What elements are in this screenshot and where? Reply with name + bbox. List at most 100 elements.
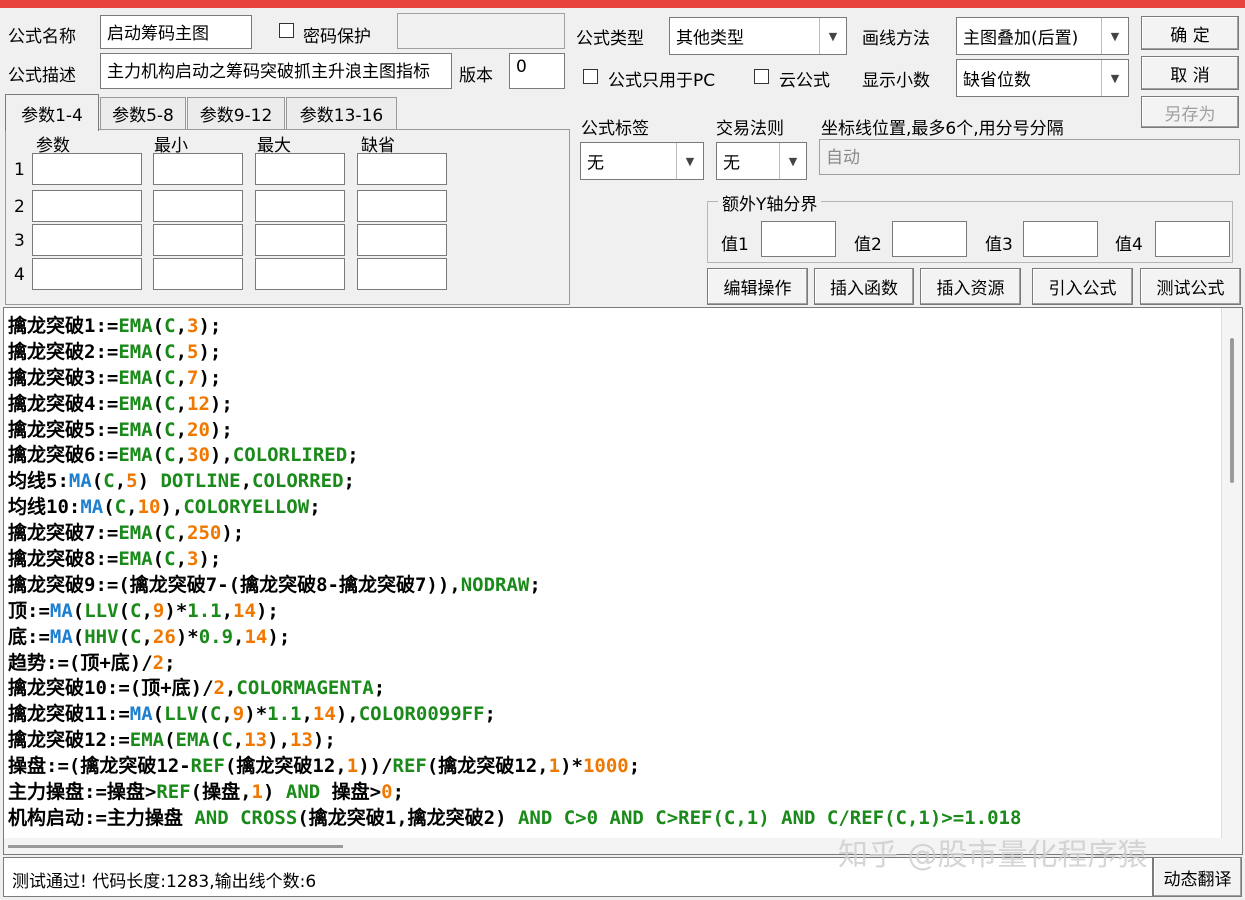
- param-min-input[interactable]: [153, 153, 243, 185]
- param-max-input[interactable]: [255, 258, 345, 290]
- code-line[interactable]: 擒龙突破4:=EMA(C,12);: [8, 392, 1021, 418]
- version-label: 版本: [459, 66, 493, 86]
- code-line[interactable]: 均线10:MA(C,10),COLORYELLOW;: [8, 495, 1021, 521]
- code-line[interactable]: 顶:=MA(LLV(C,9)*1.1,14);: [8, 599, 1021, 625]
- window-title-bar: [0, 0, 1245, 8]
- code-line[interactable]: 擒龙突破2:=EMA(C,5);: [8, 340, 1021, 366]
- pc-only-checkbox[interactable]: [583, 69, 598, 84]
- param-name-input[interactable]: [32, 258, 142, 290]
- password-input: [397, 13, 565, 49]
- tab-params-1-4[interactable]: 参数1-4: [5, 94, 99, 131]
- code-line[interactable]: 均线5:MA(C,5) DOTLINE,COLORRED;: [8, 469, 1021, 495]
- trade-rule-value: 无: [723, 153, 740, 174]
- coord-lines-label: 坐标线位置,最多6个,用分号分隔: [821, 119, 1064, 139]
- param-max-input[interactable]: [255, 153, 345, 185]
- formula-type-select[interactable]: 其他类型 ▼: [669, 17, 847, 55]
- chevron-down-icon[interactable]: ▼: [779, 143, 806, 179]
- pc-only-label: 公式只用于PC: [608, 71, 716, 91]
- code-line[interactable]: 机构启动:=主力操盘 AND CROSS(擒龙突破1,擒龙突破2) AND C>…: [8, 806, 1021, 832]
- param-max-input[interactable]: [255, 190, 345, 222]
- code-line[interactable]: 擒龙突破6:=EMA(C,30),COLORLIRED;: [8, 443, 1021, 469]
- formula-type-label: 公式类型: [576, 29, 644, 49]
- draw-method-select[interactable]: 主图叠加(后置) ▼: [956, 17, 1129, 55]
- chevron-down-icon[interactable]: ▼: [1101, 60, 1128, 96]
- formula-desc-input[interactable]: 主力机构启动之筹码突破抓主升浪主图指标: [100, 53, 452, 89]
- cloud-label: 云公式: [779, 71, 830, 91]
- code-line[interactable]: 擒龙突破3:=EMA(C,7);: [8, 366, 1021, 392]
- code-line[interactable]: 主力操盘:=操盘>REF(操盘,1) AND 操盘>0;: [8, 780, 1021, 806]
- decimals-select[interactable]: 缺省位数 ▼: [956, 59, 1129, 97]
- param-default-input[interactable]: [357, 190, 447, 222]
- code-line[interactable]: 趋势:=(顶+底)/2;: [8, 651, 1021, 677]
- param-min-input[interactable]: [153, 190, 243, 222]
- draw-method-label: 画线方法: [862, 29, 930, 49]
- password-label: 密码保护: [303, 27, 371, 47]
- param-default-input[interactable]: [357, 258, 447, 290]
- value4-input[interactable]: [1155, 221, 1230, 257]
- edit-operations-button[interactable]: 编辑操作: [707, 268, 808, 305]
- chevron-down-icon[interactable]: ▼: [676, 143, 703, 179]
- insert-function-button[interactable]: 插入函数: [814, 268, 914, 305]
- code-line[interactable]: 操盘:=(擒龙突破12-REF(擒龙突破12,1))/REF(擒龙突破12,1)…: [8, 754, 1021, 780]
- code-line[interactable]: 擒龙突破12:=EMA(EMA(C,13),13);: [8, 728, 1021, 754]
- formula-tag-select[interactable]: 无 ▼: [580, 142, 704, 180]
- value3-label: 值3: [985, 235, 1013, 255]
- tab-params-13-16[interactable]: 参数13-16: [286, 97, 397, 129]
- code-line[interactable]: 擒龙突破7:=EMA(C,250);: [8, 521, 1021, 547]
- ok-button[interactable]: 确 定: [1141, 16, 1239, 50]
- param-row-number: 2: [14, 197, 25, 217]
- code-editor[interactable]: 擒龙突破1:=EMA(C,3); 擒龙突破2:=EMA(C,5); 擒龙突破3:=E…: [3, 307, 1243, 855]
- param-default-input[interactable]: [357, 224, 447, 256]
- code-line[interactable]: 擒龙突破1:=EMA(C,3);: [8, 314, 1021, 340]
- cloud-checkbox[interactable]: [754, 69, 769, 84]
- tab-params-5-8[interactable]: 参数5-8: [100, 97, 186, 129]
- formula-type-value: 其他类型: [676, 28, 744, 49]
- trade-rule-label: 交易法则: [716, 119, 784, 139]
- scrollbar-thumb[interactable]: [1230, 338, 1234, 483]
- chevron-down-icon[interactable]: ▼: [819, 18, 846, 54]
- param-row-number: 3: [14, 231, 25, 251]
- code-line[interactable]: 擒龙突破8:=EMA(C,3);: [8, 547, 1021, 573]
- code-line[interactable]: 擒龙突破11:=MA(LLV(C,9)*1.1,14),COLOR0099FF;: [8, 702, 1021, 728]
- param-default-input[interactable]: [357, 153, 447, 185]
- import-formula-button[interactable]: 引入公式: [1032, 268, 1133, 305]
- param-max-input[interactable]: [255, 224, 345, 256]
- formula-name-input[interactable]: 启动筹码主图: [100, 15, 252, 49]
- param-name-input[interactable]: [32, 224, 142, 256]
- watermark: 知乎 @股市量化程序猿: [838, 838, 1148, 873]
- draw-method-value: 主图叠加(后置): [963, 28, 1079, 49]
- param-name-input[interactable]: [32, 190, 142, 222]
- code-line[interactable]: 擒龙突破9:=(擒龙突破7-(擒龙突破8-擒龙突破7)),NODRAW;: [8, 573, 1021, 599]
- formula-tag-value: 无: [587, 153, 604, 174]
- decimals-label: 显示小数: [862, 71, 930, 91]
- scrollbar-thumb[interactable]: [8, 845, 343, 848]
- value2-input[interactable]: [892, 221, 967, 257]
- trade-rule-select[interactable]: 无 ▼: [716, 142, 807, 180]
- cancel-button[interactable]: 取 消: [1141, 56, 1239, 90]
- formula-tag-label: 公式标签: [581, 119, 649, 139]
- formula-name-label: 公式名称: [8, 27, 76, 47]
- test-formula-button[interactable]: 测试公式: [1140, 268, 1241, 305]
- value4-label: 值4: [1115, 235, 1143, 255]
- dynamic-translate-button[interactable]: 动态翻译: [1153, 857, 1242, 897]
- param-name-input[interactable]: [32, 153, 142, 185]
- code-line[interactable]: 擒龙突破10:=(顶+底)/2,COLORMAGENTA;: [8, 676, 1021, 702]
- param-min-input[interactable]: [153, 258, 243, 290]
- tab-params-9-12[interactable]: 参数9-12: [187, 97, 285, 129]
- code-text[interactable]: 擒龙突破1:=EMA(C,3); 擒龙突破2:=EMA(C,5); 擒龙突破3:=E…: [8, 314, 1021, 832]
- param-min-input[interactable]: [153, 224, 243, 256]
- code-line[interactable]: 擒龙突破5:=EMA(C,20);: [8, 418, 1021, 444]
- param-row-number: 1: [14, 160, 25, 180]
- value2-label: 值2: [854, 235, 882, 255]
- value1-label: 值1: [721, 235, 749, 255]
- code-line[interactable]: 底:=MA(HHV(C,26)*0.9,14);: [8, 625, 1021, 651]
- password-checkbox[interactable]: [279, 23, 294, 38]
- save-as-button[interactable]: 另存为: [1141, 96, 1239, 128]
- value3-input[interactable]: [1023, 221, 1098, 257]
- value1-input[interactable]: [761, 221, 836, 257]
- coord-lines-input[interactable]: 自动: [819, 139, 1240, 175]
- insert-resource-button[interactable]: 插入资源: [920, 268, 1021, 305]
- version-input[interactable]: 0: [509, 53, 565, 89]
- vertical-scrollbar[interactable]: [1221, 308, 1242, 854]
- chevron-down-icon[interactable]: ▼: [1101, 18, 1128, 54]
